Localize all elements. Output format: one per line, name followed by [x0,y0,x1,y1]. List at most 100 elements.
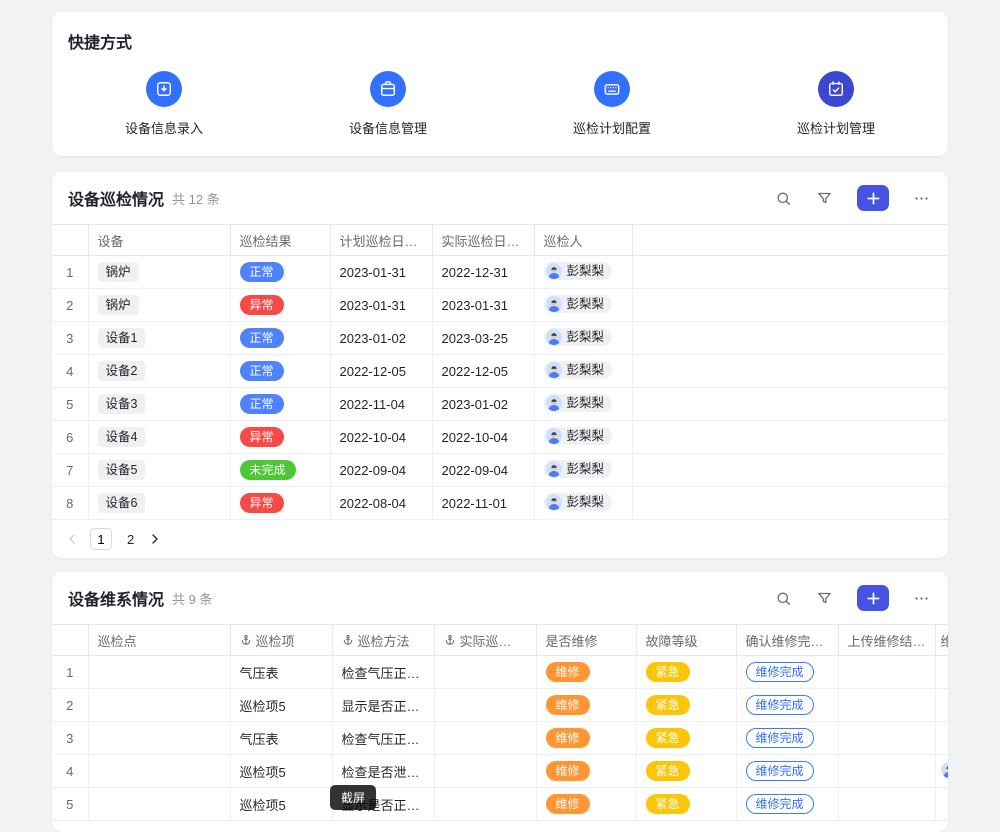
planned-date-cell[interactable]: 2022-09-04 [330,454,432,487]
next-page-button[interactable] [149,533,161,545]
planned-date-cell[interactable]: 2023-01-02 [330,322,432,355]
result-cell[interactable]: 异常 [230,289,330,322]
method-cell[interactable]: 检查气压正… [332,656,434,689]
confirm-button[interactable]: 维修完成 [746,794,814,814]
level-cell[interactable]: 紧急 [636,722,736,755]
repair-cell[interactable]: 维修 [536,755,636,788]
confirm-cell[interactable]: 维修完成 [736,656,838,689]
level-cell[interactable]: 紧急 [636,656,736,689]
method-cell[interactable]: 显示是否正… [332,689,434,722]
add-record-button[interactable] [857,185,889,211]
table-row[interactable]: 2 锅炉 异常 2023-01-31 2023-01-31 彭梨梨 [52,289,948,322]
table-row[interactable]: 5 巡检项5 显示是否正… 维修 紧急 维修完成 [52,788,948,821]
table-row[interactable]: 7 设备5 未完成 2022-09-04 2022-09-04 彭梨梨 [52,454,948,487]
result-cell[interactable]: 异常 [230,487,330,520]
confirm-button[interactable]: 维修完成 [746,662,814,682]
column-inspector[interactable]: 巡检人 [534,225,632,256]
point-cell[interactable] [88,656,230,689]
actual-date-cell[interactable]: 2022-12-31 [432,256,534,289]
result-cell[interactable]: 正常 [230,355,330,388]
confirm-cell[interactable]: 维修完成 [736,722,838,755]
page-2-button[interactable]: 2 [124,532,137,547]
add-record-button[interactable] [857,585,889,611]
table-row[interactable]: 1 锅炉 正常 2023-01-31 2022-12-31 彭梨梨 [52,256,948,289]
inspector-cell[interactable]: 彭梨梨 [534,487,632,520]
item-cell[interactable]: 巡检项5 [230,755,332,788]
search-button[interactable] [775,590,792,607]
table-row[interactable]: 8 设备6 异常 2022-08-04 2022-11-01 彭梨梨 [52,487,948,520]
shortcut-plan-manage[interactable]: 巡检计划管理 [724,71,948,137]
more-button[interactable] [913,190,930,207]
repair-cell[interactable]: 维修 [536,689,636,722]
column-result[interactable]: 巡检结果 [230,225,330,256]
actual-date-cell[interactable]: 2023-03-25 [432,322,534,355]
actual-date-cell[interactable]: 2023-01-31 [432,289,534,322]
column-confirm[interactable]: 确认维修完… [736,625,838,656]
column-item[interactable]: 巡检项 [230,625,332,656]
confirm-cell[interactable]: 维修完成 [736,689,838,722]
device-cell[interactable]: 锅炉 [88,289,230,322]
actual-cell[interactable] [434,722,536,755]
actual-date-cell[interactable]: 2022-09-04 [432,454,534,487]
table-row[interactable]: 3 气压表 检查气压正… 维修 紧急 维修完成 [52,722,948,755]
item-cell[interactable]: 巡检项5 [230,788,332,821]
level-cell[interactable]: 紧急 [636,689,736,722]
upload-cell[interactable] [838,788,935,821]
upload-cell[interactable] [838,689,935,722]
actual-date-cell[interactable]: 2022-12-05 [432,355,534,388]
device-cell[interactable]: 设备4 [88,421,230,454]
inspector-cell[interactable]: 彭梨梨 [534,388,632,421]
column-method[interactable]: 巡检方法 [332,625,434,656]
item-cell[interactable]: 巡检项5 [230,689,332,722]
prev-page-button[interactable] [66,533,78,545]
inspector-cell[interactable]: 彭梨梨 [534,289,632,322]
inspector-cell[interactable]: 彭梨梨 [534,454,632,487]
table-row[interactable]: 2 巡检项5 显示是否正… 维修 紧急 维修完成 [52,689,948,722]
result-cell[interactable]: 正常 [230,322,330,355]
actual-cell[interactable] [434,689,536,722]
planned-date-cell[interactable]: 2022-11-04 [330,388,432,421]
table-row[interactable]: 4 设备2 正常 2022-12-05 2022-12-05 彭梨梨 [52,355,948,388]
upload-cell[interactable] [838,722,935,755]
table-row[interactable]: 3 设备1 正常 2023-01-02 2023-03-25 彭梨梨 [52,322,948,355]
actual-date-cell[interactable]: 2022-10-04 [432,421,534,454]
method-cell[interactable]: 检查是否泄… [332,755,434,788]
repair-cell[interactable]: 维修 [536,722,636,755]
inspector-cell[interactable]: 彭梨梨 [534,421,632,454]
repair-cell[interactable]: 维修 [536,788,636,821]
upload-cell[interactable] [838,755,935,788]
result-cell[interactable]: 异常 [230,421,330,454]
column-repair[interactable]: 是否维修 [536,625,636,656]
planned-date-cell[interactable]: 2022-12-05 [330,355,432,388]
column-upload[interactable]: 上传维修结… [838,625,935,656]
actual-cell[interactable] [434,755,536,788]
result-cell[interactable]: 未完成 [230,454,330,487]
inspector-cell[interactable]: 彭梨梨 [534,256,632,289]
item-cell[interactable]: 气压表 [230,722,332,755]
table-row[interactable]: 1 气压表 检查气压正… 维修 紧急 维修完成 [52,656,948,689]
table-row[interactable]: 5 设备3 正常 2022-11-04 2023-01-02 彭梨梨 [52,388,948,421]
search-button[interactable] [775,190,792,207]
column-clipped[interactable]: 维 [935,625,948,656]
point-cell[interactable] [88,722,230,755]
actual-date-cell[interactable]: 2023-01-02 [432,388,534,421]
column-actual[interactable]: 实际巡… [434,625,536,656]
repair-cell[interactable]: 维修 [536,656,636,689]
level-cell[interactable]: 紧急 [636,755,736,788]
column-level[interactable]: 故障等级 [636,625,736,656]
result-cell[interactable]: 正常 [230,388,330,421]
table-row[interactable]: 4 巡检项5 检查是否泄… 维修 紧急 维修完成 [52,755,948,788]
inspector-cell[interactable]: 彭梨梨 [534,355,632,388]
planned-date-cell[interactable]: 2022-08-04 [330,487,432,520]
device-cell[interactable]: 锅炉 [88,256,230,289]
point-cell[interactable] [88,788,230,821]
filter-button[interactable] [816,190,833,207]
shortcut-device-entry[interactable]: 设备信息录入 [52,71,276,137]
confirm-button[interactable]: 维修完成 [746,728,814,748]
page-1-button[interactable]: 1 [90,528,112,550]
upload-cell[interactable] [838,656,935,689]
column-point[interactable]: 巡检点 [88,625,230,656]
confirm-button[interactable]: 维修完成 [746,761,814,781]
more-button[interactable] [913,590,930,607]
column-planned-date[interactable]: 计划巡检日… [330,225,432,256]
